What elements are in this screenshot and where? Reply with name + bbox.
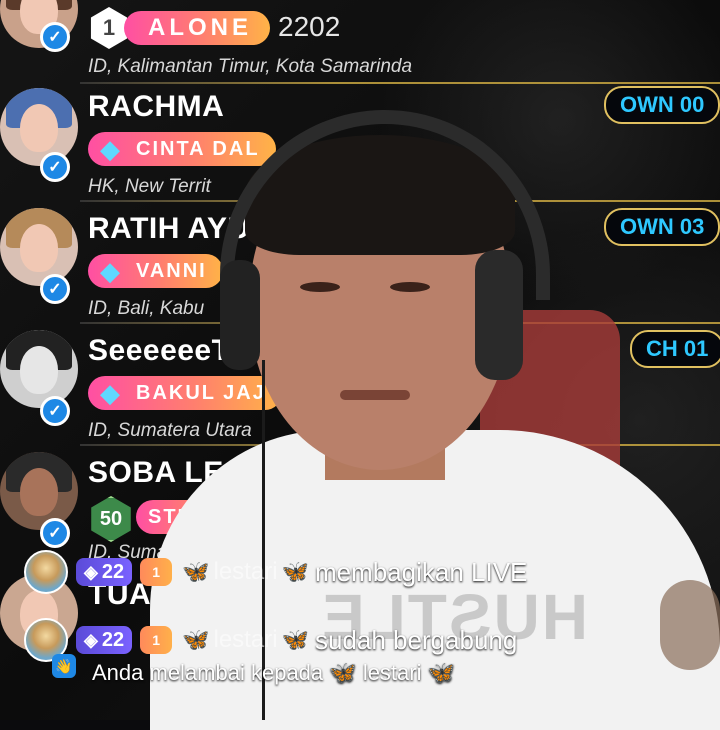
user-level: 22 <box>101 628 125 651</box>
verified-check-icon: ✓ <box>40 22 70 52</box>
chat-message[interactable]: ◈ 22 1 🦋 lestari 🦋 sudah bergabung <box>24 618 517 662</box>
score-value: 2202 <box>278 11 341 42</box>
diamond-icon: ◆ <box>100 133 120 164</box>
diamond-icon: ◆ <box>100 255 120 286</box>
butterfly-icon: 🦋 <box>182 559 210 584</box>
verified-check-icon: ✓ <box>40 396 70 426</box>
tattoo <box>660 580 720 670</box>
diamond-icon: ◈ <box>84 629 98 650</box>
fan-level-badge: 1 <box>140 558 173 586</box>
chat-text: sudah bergabung <box>314 624 518 655</box>
verified-check-icon: ✓ <box>40 274 70 304</box>
chat-message[interactable]: ◈ 22 1 🦋 lestari 🦋 membagikan LIVE <box>24 550 527 594</box>
badge-label: ALONE <box>148 14 252 41</box>
leaderboard-row[interactable]: ✓ 1 ALONE 2202 ID, Kalimantan Timur, Kot… <box>0 0 720 84</box>
headphone-earcup <box>475 250 523 380</box>
headphone-earcup <box>220 260 260 370</box>
chat-text: membagikan LIVE <box>314 556 528 587</box>
location-text: ID, Kalimantan Timur, Kota Samarinda <box>88 56 413 77</box>
butterfly-icon: 🦋 <box>329 660 357 685</box>
avatar <box>0 88 78 166</box>
chat-username[interactable]: lestari <box>214 558 278 586</box>
butterfly-icon: 🦋 <box>281 627 309 652</box>
wave-icon: 👋 <box>52 654 76 678</box>
butterfly-icon: 🦋 <box>281 559 309 584</box>
user-level-badge: ◈ 22 <box>76 626 133 654</box>
user-level: 22 <box>101 560 125 583</box>
wave-notice-text: Anda melambai kepada <box>92 660 324 685</box>
verified-check-icon: ✓ <box>40 518 70 548</box>
wave-notice: Anda melambai kepada 🦋 lestari 🦋 <box>92 660 455 686</box>
level-badge: 50 <box>91 496 131 542</box>
avatar <box>0 330 78 408</box>
diamond-icon: ◆ <box>100 377 120 408</box>
wave-notice-username[interactable]: lestari <box>363 660 422 685</box>
chat-username[interactable]: lestari <box>214 626 278 654</box>
avatar <box>24 550 68 594</box>
mouth <box>340 390 410 400</box>
user-level-badge: ◈ 22 <box>76 558 133 586</box>
avatar <box>0 452 78 530</box>
fan-level-badge: 1 <box>140 626 173 654</box>
butterfly-icon: 🦋 <box>427 660 456 685</box>
verified-check-icon: ✓ <box>40 152 70 182</box>
avatar <box>0 208 78 286</box>
name-badge: ALONE <box>124 11 270 45</box>
diamond-icon: ◈ <box>84 561 98 582</box>
butterfly-icon: 🦋 <box>182 627 210 652</box>
